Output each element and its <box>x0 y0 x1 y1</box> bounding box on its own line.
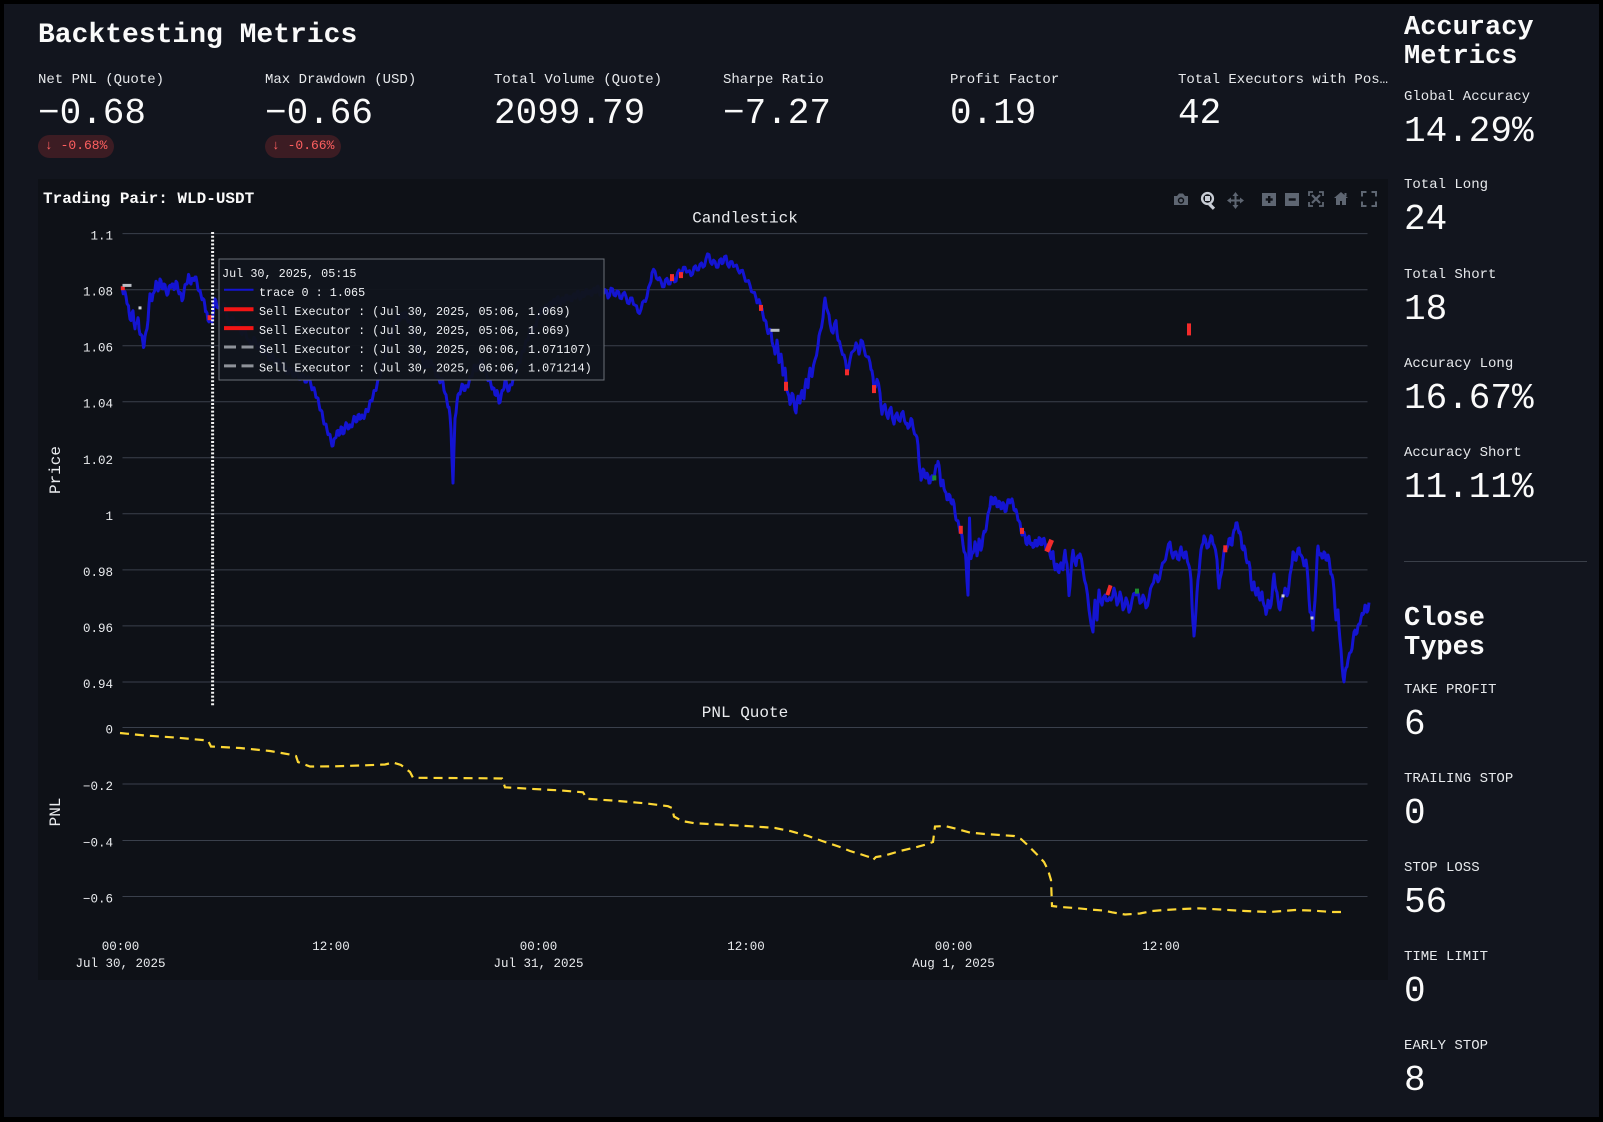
svg-text:00:00: 00:00 <box>102 940 140 954</box>
svg-text:00:00: 00:00 <box>935 940 973 954</box>
svg-text:0.96: 0.96 <box>83 622 113 636</box>
svg-text:0.98: 0.98 <box>83 566 113 580</box>
svg-text:Sell Executor : (Jul 30, 2025,: Sell Executor : (Jul 30, 2025, 06:06, 1.… <box>259 362 592 376</box>
svg-text:Aug 1, 2025: Aug 1, 2025 <box>912 957 995 971</box>
svg-text:1.1: 1.1 <box>90 230 113 244</box>
svg-text:−0.6: −0.6 <box>83 893 113 907</box>
svg-text:12:00: 12:00 <box>312 940 350 954</box>
svg-text:1.06: 1.06 <box>83 342 113 356</box>
svg-text:Jul 30, 2025, 05:15: Jul 30, 2025, 05:15 <box>222 267 357 281</box>
svg-text:0: 0 <box>105 724 113 738</box>
svg-text:Price: Price <box>47 446 65 494</box>
svg-text:0.94: 0.94 <box>83 678 113 692</box>
svg-text:PNL Quote: PNL Quote <box>702 704 788 722</box>
svg-text:Jul 31, 2025: Jul 31, 2025 <box>493 957 583 971</box>
svg-text:Sell Executor : (Jul 30, 2025,: Sell Executor : (Jul 30, 2025, 05:06, 1.… <box>259 305 571 319</box>
svg-text:1.02: 1.02 <box>83 454 113 468</box>
svg-text:Sell Executor : (Jul 30, 2025,: Sell Executor : (Jul 30, 2025, 06:06, 1.… <box>259 343 592 357</box>
svg-text:1.04: 1.04 <box>83 398 113 412</box>
svg-text:Trading Pair: WLD-USDT: Trading Pair: WLD-USDT <box>43 190 255 208</box>
svg-text:00:00: 00:00 <box>520 940 558 954</box>
svg-text:12:00: 12:00 <box>727 940 765 954</box>
svg-text:−0.2: −0.2 <box>83 780 113 794</box>
svg-text:Jul 30, 2025: Jul 30, 2025 <box>75 957 165 971</box>
svg-text:trace 0 : 1.065: trace 0 : 1.065 <box>259 286 365 300</box>
svg-text:12:00: 12:00 <box>1142 940 1180 954</box>
svg-text:PNL: PNL <box>47 798 65 827</box>
svg-text:1.08: 1.08 <box>83 286 113 300</box>
svg-text:1: 1 <box>105 510 113 524</box>
svg-text:Candlestick: Candlestick <box>692 210 798 228</box>
svg-text:Sell Executor : (Jul 30, 2025,: Sell Executor : (Jul 30, 2025, 05:06, 1.… <box>259 324 571 338</box>
svg-text:−0.4: −0.4 <box>83 837 113 851</box>
